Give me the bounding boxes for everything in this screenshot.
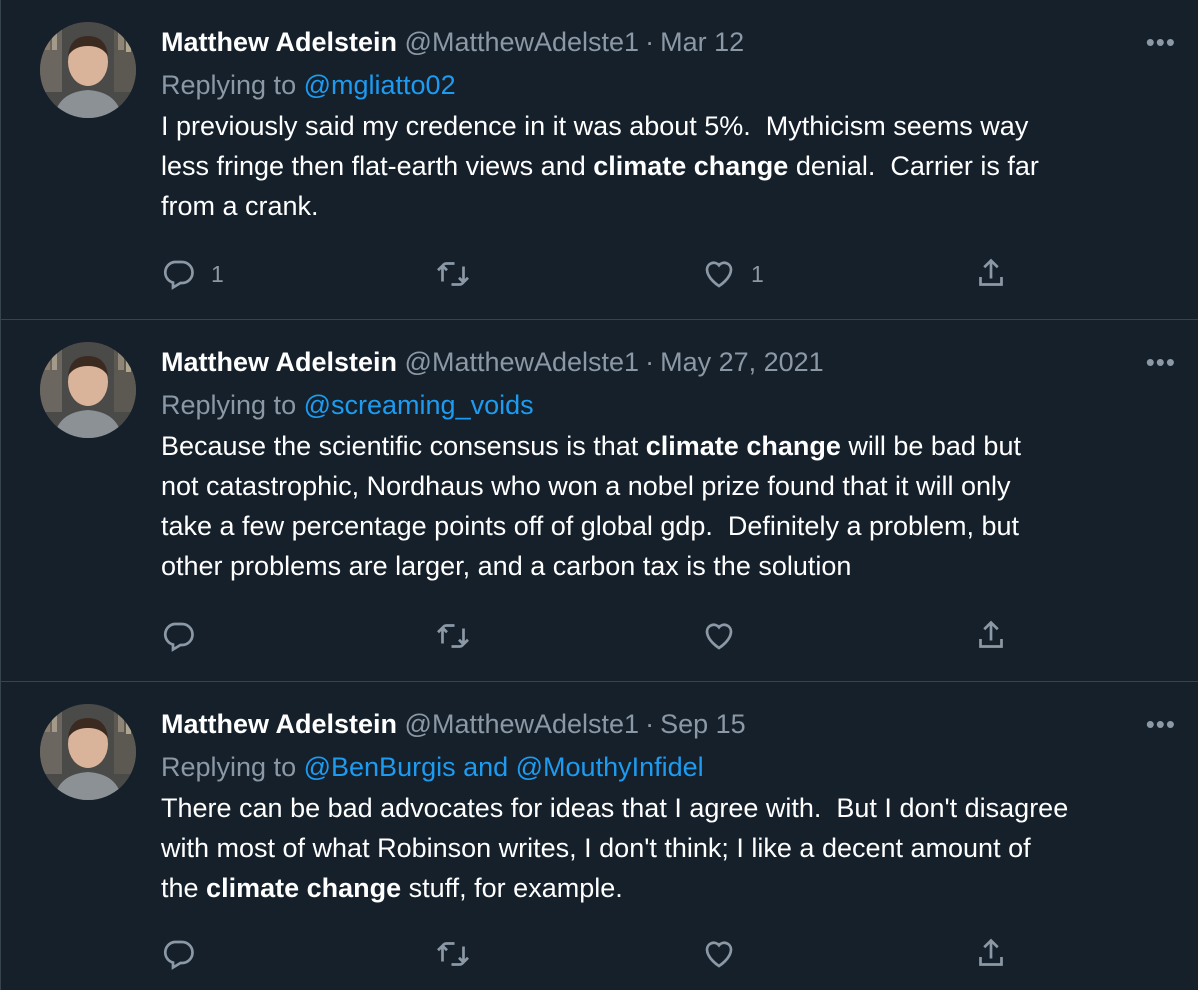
tweet-text-highlight: climate change <box>645 431 841 461</box>
reply-button[interactable] <box>161 934 211 974</box>
author-name[interactable]: Matthew Adelstein <box>161 709 397 739</box>
share-button[interactable] <box>973 616 1009 656</box>
author-name[interactable]: Matthew Adelstein <box>161 27 397 57</box>
replying-to: Replying to @screaming_voids <box>161 388 1176 422</box>
tweet-text-highlight: climate change <box>593 151 789 181</box>
like-button[interactable] <box>701 616 751 656</box>
share-icon <box>979 620 1003 648</box>
replying-mention[interactable]: @mgliatto02 <box>304 70 456 100</box>
author-handle[interactable]: @MatthewAdelste1 <box>405 27 640 57</box>
tweet-date[interactable]: Mar 12 <box>660 27 744 57</box>
tweet-actions <box>161 616 1021 656</box>
like-icon <box>705 623 733 650</box>
replying-mention[interactable]: @BenBurgis and @MouthyInfidel <box>304 752 704 782</box>
share-icon <box>979 938 1003 966</box>
tweet-text: I previously said my credence in it was … <box>161 106 1176 226</box>
like-icon <box>705 261 733 288</box>
author-name[interactable]: Matthew Adelstein <box>161 347 397 377</box>
tweet[interactable]: Matthew Adelstein @MatthewAdelste1 · Mar 1… <box>1 0 1198 320</box>
reply-button[interactable]: 1 <box>161 254 224 294</box>
tweet[interactable]: Matthew Adelstein @MatthewAdelste1 · May 2… <box>1 320 1198 682</box>
tweet-text-highlight: climate change <box>206 873 402 903</box>
like-button[interactable] <box>701 934 751 974</box>
reply-icon <box>163 622 194 652</box>
retweet-icon <box>437 624 469 648</box>
reply-icon <box>163 940 194 970</box>
avatar[interactable] <box>40 342 136 438</box>
tweet-body: Matthew Adelstein @MatthewAdelste1 · Sep 1… <box>161 708 1176 908</box>
tweet-text-part: Because the scientific consensus is that <box>161 431 646 461</box>
tweet-text: Because the scientific consensus is that… <box>161 426 1176 586</box>
retweet-icon <box>437 942 469 966</box>
retweet-button[interactable] <box>435 254 485 294</box>
like-button[interactable]: 1 <box>701 254 764 294</box>
share-button[interactable] <box>973 934 1009 974</box>
retweet-button[interactable] <box>435 934 485 974</box>
like-icon <box>705 941 733 968</box>
like-count: 1 <box>751 260 764 287</box>
more-icon[interactable]: ••• <box>1136 708 1176 740</box>
tweet-text: There can be bad advocates for ideas tha… <box>161 788 1176 908</box>
retweet-button[interactable] <box>435 616 485 656</box>
tweet-actions <box>161 934 1021 974</box>
tweet-header: Matthew Adelstein @MatthewAdelste1 · Sep 1… <box>161 708 1176 740</box>
tweet-date[interactable]: Sep 15 <box>660 709 746 739</box>
share-button[interactable] <box>973 254 1009 294</box>
share-icon <box>979 258 1003 286</box>
replying-to: Replying to @mgliatto02 <box>161 68 1176 102</box>
reply-icon <box>163 260 194 290</box>
separator-dot: · <box>645 347 655 377</box>
replying-prefix: Replying to <box>161 752 297 782</box>
reply-count: 1 <box>211 260 224 287</box>
more-icon[interactable]: ••• <box>1136 346 1176 378</box>
author-handle[interactable]: @MatthewAdelste1 <box>405 709 640 739</box>
replying-prefix: Replying to <box>161 70 297 100</box>
separator-dot: · <box>645 27 655 57</box>
tweet-actions: 1 1 <box>161 254 1021 294</box>
replying-prefix: Replying to <box>161 390 297 420</box>
tweet-feed: Matthew Adelstein @MatthewAdelste1 · Mar 1… <box>0 0 1198 990</box>
tweet-header: Matthew Adelstein @MatthewAdelste1 · May 2… <box>161 346 1176 378</box>
tweet-header: Matthew Adelstein @MatthewAdelste1 · Mar 1… <box>161 26 1176 58</box>
separator-dot: · <box>645 709 655 739</box>
tweet-body: Matthew Adelstein @MatthewAdelste1 · May 2… <box>161 346 1176 586</box>
replying-to: Replying to @BenBurgis and @MouthyInfide… <box>161 750 1176 784</box>
avatar[interactable] <box>40 704 136 800</box>
avatar[interactable] <box>40 22 136 118</box>
reply-button[interactable] <box>161 616 211 656</box>
retweet-icon <box>437 262 469 286</box>
author-handle[interactable]: @MatthewAdelste1 <box>405 347 640 377</box>
tweet[interactable]: Matthew Adelstein @MatthewAdelste1 · Sep 1… <box>1 682 1198 990</box>
tweet-date[interactable]: May 27, 2021 <box>660 347 824 377</box>
tweet-text-part: stuff, for example. <box>401 873 623 903</box>
more-icon[interactable]: ••• <box>1136 26 1176 58</box>
replying-mention[interactable]: @screaming_voids <box>304 390 534 420</box>
tweet-body: Matthew Adelstein @MatthewAdelste1 · Mar 1… <box>161 26 1176 226</box>
